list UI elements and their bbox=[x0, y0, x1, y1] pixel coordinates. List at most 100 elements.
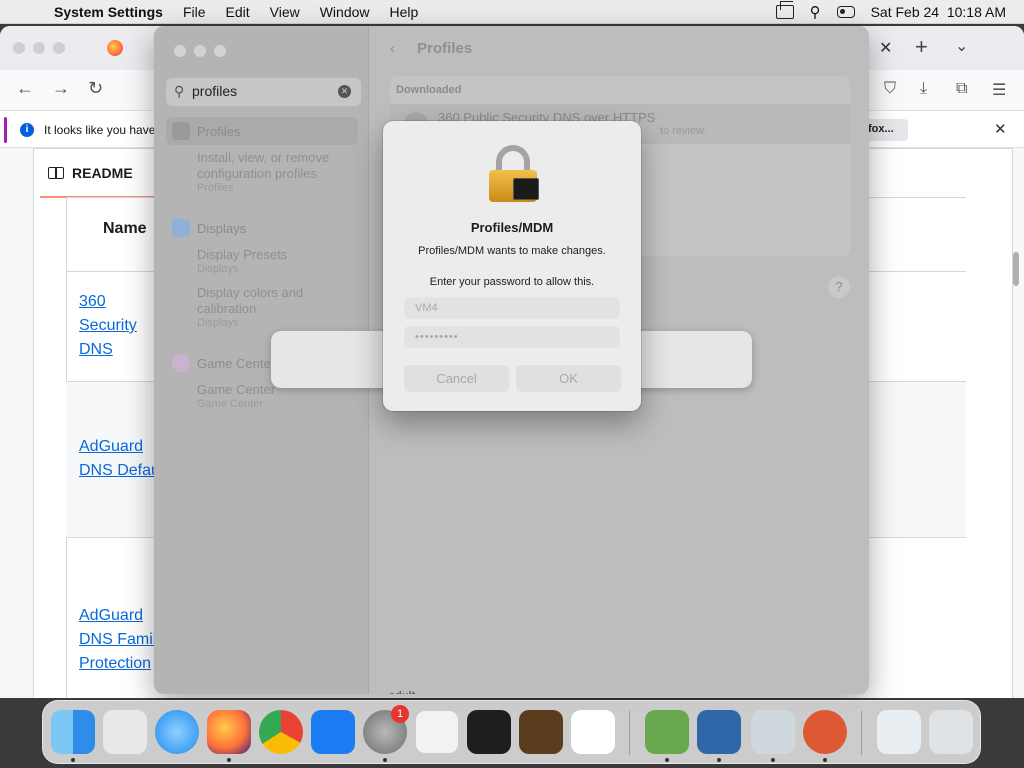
finder-icon[interactable] bbox=[51, 710, 95, 754]
app-menu-icon[interactable]: ☰ bbox=[992, 80, 1006, 100]
pane-title: Profiles bbox=[417, 40, 473, 57]
dialog-prompt: Enter your password to allow this. bbox=[429, 276, 595, 288]
cancel-button[interactable]: Cancel bbox=[404, 365, 509, 392]
table-header-name: Name bbox=[103, 220, 147, 237]
result-text: calibration bbox=[197, 301, 257, 316]
extensions-icon[interactable]: ⧉ bbox=[956, 80, 967, 98]
sidebar-item-label: Game Center bbox=[197, 356, 276, 371]
result-text: Display colors and bbox=[197, 285, 304, 300]
back-chevron-icon[interactable]: ‹ bbox=[390, 40, 395, 57]
dialog-title: Profiles/MDM bbox=[470, 220, 554, 235]
firefox-icon[interactable] bbox=[207, 710, 251, 754]
profiles-checkmark-icon bbox=[172, 122, 190, 140]
downloaded-label: Downloaded bbox=[396, 84, 462, 96]
page-scrollbar[interactable] bbox=[1013, 252, 1019, 286]
row-link-adguard-dns-family[interactable]: AdGuard DNS Famil Protection bbox=[79, 604, 156, 676]
duckduckgo-icon[interactable] bbox=[803, 710, 847, 754]
running-indicator bbox=[383, 758, 387, 762]
sidebar-item-label: Profiles bbox=[197, 124, 241, 139]
screen-mirroring-icon[interactable] bbox=[775, 0, 794, 19]
result-text: Display Presets bbox=[197, 247, 288, 262]
running-indicator bbox=[227, 758, 231, 762]
menu-edit[interactable]: Edit bbox=[226, 4, 250, 20]
result-category: Profiles bbox=[197, 182, 234, 194]
running-indicator bbox=[771, 758, 775, 762]
terminal-icon[interactable] bbox=[467, 710, 511, 754]
menu-bar: System Settings File Edit View Window He… bbox=[0, 0, 1024, 24]
result-text: Game Center bbox=[197, 382, 276, 397]
trash-icon[interactable] bbox=[929, 710, 973, 754]
menu-clock[interactable]: Sat Feb 24 10:18 AM bbox=[871, 4, 1006, 20]
readme-label: README bbox=[72, 165, 133, 181]
settings-search-field[interactable]: ⚲ profiles ✕ bbox=[166, 78, 361, 106]
textedit-icon[interactable] bbox=[415, 710, 459, 754]
back-icon[interactable]: ← bbox=[16, 78, 34, 99]
preview-icon[interactable] bbox=[877, 710, 921, 754]
chrome-icon[interactable] bbox=[259, 710, 303, 754]
result-category: Displays bbox=[197, 263, 239, 275]
notification-close-icon[interactable]: ✕ bbox=[994, 120, 1007, 138]
tab-close-icon[interactable]: ✕ bbox=[879, 38, 892, 58]
notification-message: It looks like you haven bbox=[44, 123, 163, 137]
virtualbox-icon[interactable] bbox=[697, 710, 741, 754]
password-dialog: Profiles/MDM Profiles/MDM wants to make … bbox=[383, 121, 641, 411]
running-indicator bbox=[71, 758, 75, 762]
reload-icon[interactable]: ↻ bbox=[88, 78, 103, 99]
clipped-text: adult bbox=[389, 690, 415, 694]
launchpad-icon[interactable] bbox=[103, 710, 147, 754]
new-tab-icon[interactable]: + bbox=[915, 34, 928, 60]
book-icon bbox=[48, 167, 64, 179]
info-icon: i bbox=[20, 123, 34, 137]
dialog-message: Profiles/MDM wants to make changes. bbox=[418, 245, 606, 257]
sidebar-item-label: Displays bbox=[197, 221, 247, 236]
sidebar-item-profiles[interactable]: Profiles bbox=[166, 117, 358, 145]
settings-pane-header: ‹ Profiles bbox=[390, 40, 472, 57]
forward-icon[interactable]: → bbox=[52, 78, 70, 99]
menu-view[interactable]: View bbox=[270, 4, 300, 20]
notification-accent bbox=[4, 117, 7, 143]
safari-icon[interactable] bbox=[155, 710, 199, 754]
control-center-icon[interactable] bbox=[836, 5, 855, 18]
spotlight-search-icon[interactable]: ⚲ bbox=[810, 3, 821, 21]
ok-button[interactable]: OK bbox=[516, 365, 621, 392]
menu-file[interactable]: File bbox=[183, 4, 206, 20]
firefox-window-controls[interactable] bbox=[13, 42, 65, 54]
displays-icon bbox=[172, 219, 190, 237]
game-center-icon bbox=[172, 354, 190, 372]
result-category: Game Center bbox=[197, 398, 264, 410]
search-input[interactable]: profiles bbox=[192, 83, 237, 99]
result-text: Install, view, or remove bbox=[197, 150, 330, 165]
running-indicator bbox=[717, 758, 721, 762]
tab-list-chevron-icon[interactable]: ⌄ bbox=[955, 36, 968, 56]
garageband-icon[interactable] bbox=[519, 710, 563, 754]
menu-app-name[interactable]: System Settings bbox=[54, 4, 163, 20]
row-link-360-security-dns[interactable]: 360 Security DNS bbox=[79, 290, 137, 362]
result-category: Displays bbox=[197, 317, 239, 329]
readme-tab[interactable]: README bbox=[48, 165, 133, 181]
vscode-icon[interactable] bbox=[571, 710, 615, 754]
help-button[interactable]: ? bbox=[828, 276, 850, 298]
username-field[interactable]: VM4 bbox=[404, 297, 620, 319]
installer-icon[interactable] bbox=[751, 710, 795, 754]
downloads-icon[interactable]: ⤓ bbox=[920, 80, 927, 98]
settings-window-controls[interactable] bbox=[174, 45, 226, 57]
result-text: configuration profiles bbox=[197, 166, 317, 181]
search-icon: ⚲ bbox=[174, 83, 185, 99]
dock-separator bbox=[861, 711, 862, 755]
minecraft-icon[interactable] bbox=[645, 710, 689, 754]
app-store-icon[interactable] bbox=[311, 710, 355, 754]
pocket-icon[interactable]: ⛉ bbox=[884, 80, 896, 98]
dock-separator bbox=[629, 711, 630, 755]
firefox-tab-favicon-icon[interactable] bbox=[107, 40, 123, 56]
clear-search-icon[interactable]: ✕ bbox=[338, 85, 351, 98]
running-indicator bbox=[665, 758, 669, 762]
menu-help[interactable]: Help bbox=[390, 4, 419, 20]
running-indicator bbox=[823, 758, 827, 762]
dock: 1 bbox=[42, 700, 981, 764]
settings-badge: 1 bbox=[391, 705, 409, 723]
downloaded-profile-status: to review. bbox=[660, 125, 707, 137]
password-field[interactable]: ••••••••• bbox=[404, 326, 620, 348]
menu-window[interactable]: Window bbox=[320, 4, 370, 20]
lock-icon bbox=[489, 145, 539, 203]
row-link-adguard-dns-default[interactable]: AdGuard DNS Defau bbox=[79, 435, 160, 483]
